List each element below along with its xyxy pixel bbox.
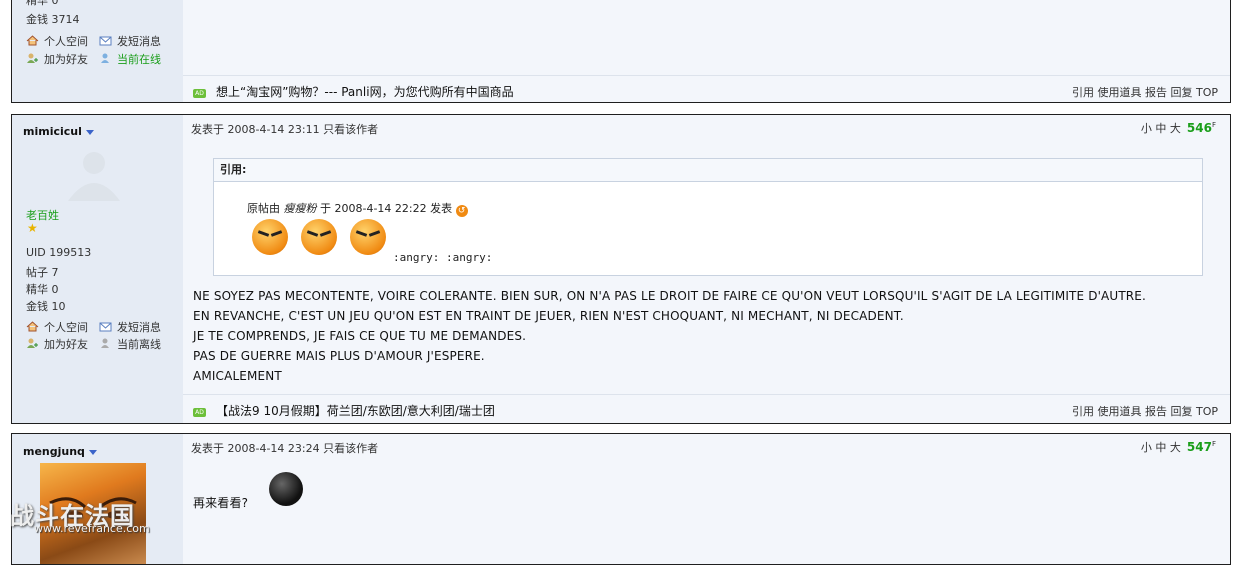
user-sidebar: 精华 0 金钱 3714 个人空间 发短消息 加为好友 当前在线	[12, 0, 183, 102]
post-footer: AD 【战法9 10月假期】荷兰团/东欧团/意大利团/瑞士团 引用 使用道具 报告…	[183, 394, 1230, 423]
username[interactable]: mimicicul	[23, 125, 94, 138]
post-body-line: JE TE COMPRENDS, JE FAIS CE QUE TU ME DE…	[193, 329, 527, 343]
add-friend-icon	[26, 338, 39, 349]
post-body-line: AMICALEMENT	[193, 369, 282, 383]
send-message-link[interactable]: 发短消息	[99, 33, 161, 49]
user-sidebar: mimicicul 老百姓 ★ UID 199513 帖子 7 精华 0 金钱 …	[12, 115, 183, 423]
post-previous: 精华 0 金钱 3714 个人空间 发短消息 加为好友 当前在线 AD 想上“淘宝…	[11, 0, 1231, 103]
home-icon	[26, 321, 39, 332]
chevron-down-icon	[88, 449, 97, 455]
post-547: mengjunq 发表于 2008-4-14 23:24 只看该作者 小 中 大…	[11, 433, 1231, 565]
envelope-icon	[99, 35, 112, 46]
user-online-icon	[99, 53, 112, 64]
ad-icon: AD	[193, 89, 206, 98]
post-actions[interactable]: 引用 使用道具 报告 回复 TOP	[1072, 84, 1218, 100]
username[interactable]: mengjunq	[23, 445, 97, 458]
ad-link[interactable]: AD 【战法9 10月假期】荷兰团/东欧团/意大利团/瑞士团	[193, 402, 495, 419]
font-size-switch[interactable]: 小 中 大	[1141, 441, 1181, 454]
quote-smiley-text: :angry: :angry:	[393, 251, 493, 264]
stat-money: 金钱 10	[26, 300, 66, 313]
post-body-line: EN REVANCHE, C'EST UN JEU QU'ON EST EN T…	[193, 309, 904, 323]
ad-icon: AD	[193, 408, 206, 417]
chevron-down-icon	[85, 129, 94, 135]
bomb-smiley-icon	[269, 472, 303, 506]
stat-essence: 精华 0	[26, 283, 59, 296]
font-size-switch[interactable]: 小 中 大	[1141, 122, 1181, 135]
user-offline-icon	[99, 338, 112, 349]
post-footer: AD 想上“淘宝网”购物？--- Panli网，为您代购所有中国商品 引用 使用道…	[183, 75, 1230, 102]
angry-smiley-icon	[350, 219, 386, 255]
angry-smiley-icon	[301, 219, 337, 255]
avatar	[64, 149, 124, 201]
stat-posts: 帖子 7	[26, 266, 59, 279]
post-meta: 发表于 2008-4-14 23:11 只看该作者	[191, 123, 379, 136]
personal-space-link[interactable]: 个人空间	[26, 33, 88, 49]
add-friend-link[interactable]: 加为好友	[26, 51, 88, 67]
send-message-link[interactable]: 发短消息	[99, 319, 161, 335]
floor-number: 546F	[1186, 121, 1216, 135]
online-status: 当前在线	[99, 51, 161, 67]
stat-uid: UID 199513	[26, 246, 92, 259]
floor-number: 547F	[1186, 440, 1216, 454]
post-floor-controls: 小 中 大 547F	[1141, 439, 1216, 455]
add-friend-icon	[26, 53, 39, 64]
quote-block: 引用: 原帖由 瘦瘦粉 于 2008-4-14 22:22 发表 ↺ :angr…	[213, 158, 1203, 276]
stat-essence: 精华 0	[26, 0, 59, 7]
quote-author[interactable]: 瘦瘦粉	[284, 202, 317, 215]
post-content: 发表于 2008-4-14 23:11 只看该作者 小 中 大 546F 引用: …	[183, 115, 1230, 423]
post-body-line: NE SOYEZ PAS MECONTENTE, VOIRE COLERANTE…	[193, 289, 1146, 303]
offline-status: 当前离线	[99, 336, 161, 352]
quote-source: 原帖由 瘦瘦粉 于 2008-4-14 22:22 发表 ↺	[247, 200, 468, 217]
watermark-url: www.revefrance.com	[34, 522, 150, 535]
post-body-line: PAS DE GUERRE MAIS PLUS D'AMOUR J'ESPERE…	[193, 349, 485, 363]
add-friend-link[interactable]: 加为好友	[26, 336, 88, 352]
ad-link[interactable]: AD 想上“淘宝网”购物？--- Panli网，为您代购所有中国商品	[193, 83, 514, 100]
post-meta: 发表于 2008-4-14 23:24 只看该作者	[191, 442, 379, 455]
envelope-icon	[99, 321, 112, 332]
home-icon	[26, 35, 39, 46]
post-content: 发表于 2008-4-14 23:24 只看该作者 小 中 大 547F 再来看看…	[183, 434, 1230, 564]
post-actions[interactable]: 引用 使用道具 报告 回复 TOP	[1072, 403, 1218, 419]
post-body-line: 再来看看?	[193, 496, 249, 510]
personal-space-link[interactable]: 个人空间	[26, 319, 88, 335]
angry-smiley-icon	[252, 219, 288, 255]
stat-money: 金钱 3714	[26, 13, 80, 26]
post-floor-controls: 小 中 大 546F	[1141, 120, 1216, 136]
post-546: mimicicul 老百姓 ★ UID 199513 帖子 7 精华 0 金钱 …	[11, 114, 1231, 424]
rank-star-icon: ★	[27, 221, 38, 235]
quote-label: 引用:	[214, 159, 1202, 182]
goto-quote-icon[interactable]: ↺	[455, 205, 468, 217]
